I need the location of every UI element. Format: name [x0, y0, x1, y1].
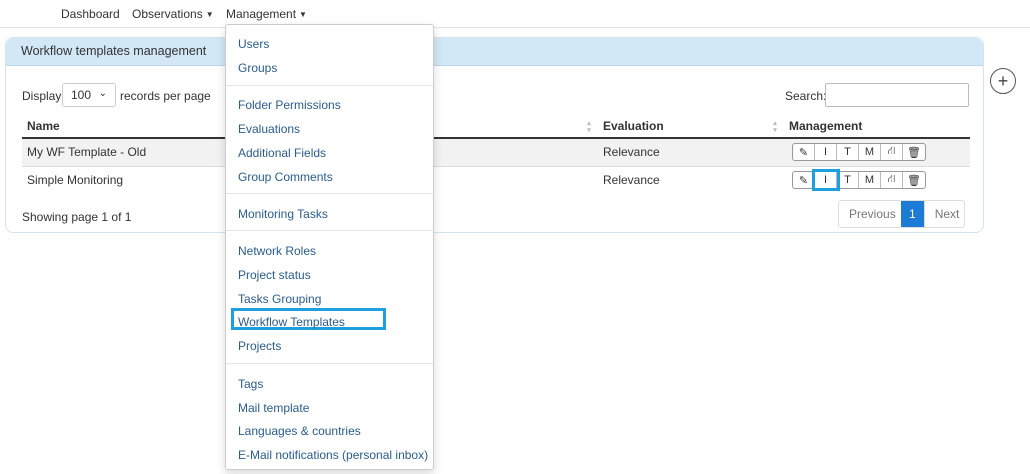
workflow-templates-panel: Workflow templates management Display 10… [5, 37, 984, 233]
caret-down-icon: ▼ [299, 10, 307, 20]
records-per-page-label: records per page [120, 89, 211, 103]
add-circle-icon[interactable]: + [990, 68, 1016, 94]
text-cursor-icon[interactable]: I [815, 144, 837, 161]
pagination: Previous 1 Next [838, 200, 965, 228]
column-header-evaluation-label: Evaluation [603, 118, 664, 133]
page-1-button[interactable]: 1 [901, 201, 924, 227]
letter-m-icon[interactable]: M [859, 172, 881, 189]
menu-item-mail-template[interactable]: Mail template [238, 401, 309, 415]
management-dropdown-menu: Users Groups Folder Permissions Evaluati… [225, 24, 434, 470]
menu-item-group-comments[interactable]: Group Comments [238, 170, 333, 184]
menu-divider [226, 230, 433, 231]
menu-divider [226, 193, 433, 194]
panel-heading: Workflow templates management [6, 38, 983, 66]
nav-management[interactable]: Management ▼ [226, 7, 307, 21]
menu-item-users[interactable]: Users [238, 37, 269, 51]
text-icon[interactable]: T [837, 144, 859, 161]
top-navbar: Dashboard Observations ▼ Management ▼ [0, 0, 1030, 28]
pencil-icon[interactable]: ✎ [793, 144, 815, 161]
previous-page-button[interactable]: Previous [839, 201, 901, 227]
page-size-value: 100 [71, 88, 92, 102]
menu-item-additional-fields[interactable]: Additional Fields [238, 146, 326, 160]
search-input[interactable] [825, 83, 969, 107]
chevron-down-icon: ⌄ [98, 88, 107, 99]
table-row: My WF Template - Old Relevance ✎ I T M ⛙… [22, 137, 970, 166]
menu-item-tasks-grouping[interactable]: Tasks Grouping [238, 292, 321, 306]
nav-observations[interactable]: Observations ▼ [132, 7, 214, 21]
nav-management-label[interactable]: Management [226, 7, 296, 21]
text-icon[interactable]: T [837, 172, 859, 189]
cell-management: ✎ I T M ⛙ 🗑 [784, 137, 970, 166]
menu-divider [226, 85, 433, 86]
nav-dashboard[interactable]: Dashboard [61, 7, 120, 21]
menu-item-groups[interactable]: Groups [238, 61, 277, 75]
workflow-icon[interactable]: ⛙ [881, 172, 903, 189]
management-button-group: ✎ I T M ⛙ 🗑 [792, 143, 926, 162]
menu-item-email-notifications[interactable]: E-Mail notifications (personal inbox) [238, 448, 428, 462]
menu-item-monitoring-tasks[interactable]: Monitoring Tasks [238, 207, 328, 221]
menu-item-evaluations[interactable]: Evaluations [238, 122, 300, 136]
menu-item-project-status[interactable]: Project status [238, 268, 311, 282]
cell-evaluation: Relevance [598, 137, 784, 166]
text-cursor-icon[interactable]: I [812, 169, 840, 192]
panel-title: Workflow templates management [21, 44, 207, 58]
menu-divider [226, 363, 433, 364]
menu-item-projects[interactable]: Projects [238, 339, 281, 353]
trash-icon[interactable]: 🗑 [903, 144, 925, 160]
menu-item-tags[interactable]: Tags [238, 377, 263, 391]
pencil-icon[interactable]: ✎ [793, 172, 815, 189]
menu-item-folder-permissions[interactable]: Folder Permissions [238, 98, 341, 112]
table-row: Simple Monitoring Relevance ✎ I T M ⛙ 🗑 [22, 165, 970, 194]
letter-m-icon[interactable]: M [859, 144, 881, 161]
menu-item-network-roles[interactable]: Network Roles [238, 244, 316, 258]
search-label: Search: [785, 89, 827, 103]
display-label: Display [22, 89, 62, 103]
workflow-templates-table: Name Evaluation Management My WF Templat… [22, 114, 970, 194]
column-header-evaluation[interactable]: Evaluation [598, 114, 784, 139]
column-header-management-label: Management [789, 118, 863, 133]
caret-down-icon: ▼ [205, 10, 214, 20]
menu-item-workflow-templates[interactable]: Workflow Templates [238, 315, 345, 329]
column-header-name-label: Name [27, 118, 60, 133]
nav-observations-label[interactable]: Observations [132, 7, 203, 21]
column-header-management: Management [784, 114, 970, 139]
workflow-icon[interactable]: ⛙ [881, 144, 903, 161]
page-size-select[interactable]: 100 ⌄ [62, 83, 116, 107]
next-page-button[interactable]: Next [923, 201, 964, 227]
trash-icon[interactable]: 🗑 [903, 172, 925, 188]
pagination-info: Showing page 1 of 1 [22, 210, 132, 224]
cell-management: ✎ I T M ⛙ 🗑 [784, 165, 970, 194]
management-button-group: ✎ I T M ⛙ 🗑 [792, 169, 926, 192]
menu-item-languages-countries[interactable]: Languages & countries [238, 424, 361, 438]
cell-evaluation: Relevance [598, 165, 784, 194]
